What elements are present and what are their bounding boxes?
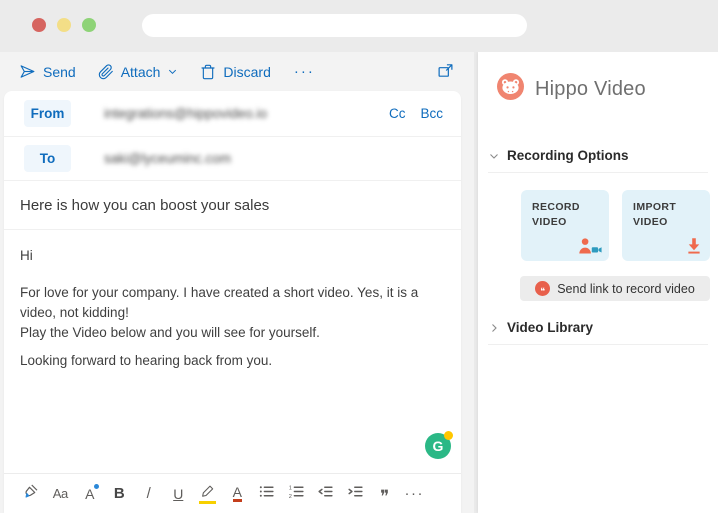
underline-button[interactable]: U — [164, 480, 194, 508]
send-link-label: Send link to record video — [557, 282, 695, 296]
formatting-toolbar: Aa A B / U — [4, 473, 461, 513]
compose-toolbar: Send Attach Discard ··· — [0, 52, 474, 91]
body-paragraph: For love for your company. I have create… — [20, 283, 445, 323]
open-in-new-window-button[interactable] — [437, 62, 454, 82]
subject-field[interactable]: Here is how you can boost your sales — [4, 181, 461, 230]
to-chip[interactable]: To — [24, 145, 71, 172]
svg-text:1: 1 — [288, 485, 291, 491]
bold-button[interactable]: B — [105, 480, 135, 508]
font-color-icon: A — [233, 486, 242, 502]
quote-button[interactable]: ❞ — [370, 480, 400, 508]
more-commands-button[interactable]: ··· — [282, 63, 327, 80]
recording-options-label: Recording Options — [507, 148, 629, 163]
format-painter-button[interactable] — [16, 480, 46, 508]
to-field[interactable]: To saki@lyceuminc.com — [4, 137, 461, 181]
indent-button[interactable] — [341, 480, 371, 508]
discard-label: Discard — [223, 64, 270, 80]
download-icon — [685, 236, 703, 254]
attach-label: Attach — [121, 64, 161, 80]
numbered-list-icon: 12 — [288, 483, 305, 505]
highlight-button[interactable] — [193, 480, 223, 508]
record-video-label: RECORD VIDEO — [532, 201, 580, 228]
body-paragraph: Play the Video below and you will see fo… — [20, 323, 445, 343]
recording-options-section-toggle[interactable]: Recording Options — [488, 148, 708, 173]
format-painter-icon — [22, 482, 40, 505]
import-video-label: IMPORT VIDEO — [633, 201, 676, 228]
video-library-section-toggle[interactable]: Video Library — [488, 320, 708, 345]
to-address[interactable]: saki@lyceuminc.com — [104, 151, 231, 166]
send-button[interactable]: Send — [8, 63, 87, 80]
send-icon — [19, 63, 36, 80]
chevron-right-icon — [488, 322, 500, 334]
bullet-list-button[interactable] — [252, 480, 282, 508]
font-icon: Aa — [53, 486, 68, 501]
trash-icon — [200, 64, 216, 80]
record-video-card[interactable]: RECORD VIDEO — [521, 190, 609, 261]
body-greeting: Hi — [20, 246, 445, 266]
outdent-icon — [317, 483, 334, 505]
hippo-video-logo-icon — [497, 73, 524, 105]
browser-titlebar — [0, 0, 718, 52]
from-address: integrations@hippovideo.io — [104, 106, 267, 121]
chevron-down-icon — [488, 150, 500, 162]
italic-icon: / — [147, 485, 151, 502]
underline-icon: U — [173, 486, 183, 502]
video-library-label: Video Library — [507, 320, 593, 335]
discard-button[interactable]: Discard — [189, 64, 281, 80]
recording-option-cards: RECORD VIDEO IMPORT VIDEO — [521, 190, 718, 261]
minimize-window-button[interactable] — [57, 18, 71, 32]
quote-bubble-icon: ❝ — [535, 281, 550, 296]
font-size-button[interactable]: A — [75, 480, 105, 508]
record-person-camera-icon — [578, 236, 602, 254]
compose-card: From integrations@hippovideo.io Cc Bcc T… — [4, 91, 461, 513]
bullet-list-icon — [258, 483, 275, 505]
message-body[interactable]: Hi For love for your company. I have cre… — [4, 230, 461, 473]
send-link-to-record-button[interactable]: ❝ Send link to record video — [520, 276, 710, 301]
bold-icon: B — [114, 485, 125, 502]
font-button[interactable]: Aa — [46, 480, 76, 508]
quote-icon: ❞ — [380, 486, 389, 502]
svg-text:2: 2 — [288, 493, 291, 499]
from-chip[interactable]: From — [24, 100, 71, 127]
compose-pane: Send Attach Discard ··· — [0, 52, 474, 513]
import-video-card[interactable]: IMPORT VIDEO — [622, 190, 710, 261]
addin-title: Hippo Video — [535, 78, 646, 101]
popout-icon — [437, 62, 454, 82]
grammarly-status-dot — [444, 431, 453, 440]
hippo-video-addin-panel: Hippo Video Recording Options RECORD VID… — [478, 52, 718, 513]
font-size-icon: A — [85, 486, 94, 502]
font-color-button[interactable]: A — [223, 480, 253, 508]
window-controls — [32, 18, 96, 32]
attach-button[interactable]: Attach — [87, 64, 190, 80]
more-formatting-button[interactable]: ··· — [400, 480, 430, 508]
addin-header: Hippo Video — [497, 73, 718, 105]
bcc-link[interactable]: Bcc — [420, 106, 443, 121]
send-label: Send — [43, 64, 76, 80]
italic-button[interactable]: / — [134, 480, 164, 508]
chevron-down-icon — [167, 66, 178, 77]
cc-link[interactable]: Cc — [389, 106, 406, 121]
close-window-button[interactable] — [32, 18, 46, 32]
outdent-button[interactable] — [311, 480, 341, 508]
body-closing: Looking forward to hearing back from you… — [20, 351, 445, 371]
numbered-list-button[interactable]: 12 — [282, 480, 312, 508]
zoom-window-button[interactable] — [82, 18, 96, 32]
from-field[interactable]: From integrations@hippovideo.io Cc Bcc — [4, 91, 461, 137]
grammarly-icon[interactable]: G — [425, 433, 451, 459]
address-bar[interactable] — [142, 14, 527, 37]
indent-icon — [347, 483, 364, 505]
more-icon: ··· — [405, 485, 425, 502]
paperclip-icon — [98, 64, 114, 80]
